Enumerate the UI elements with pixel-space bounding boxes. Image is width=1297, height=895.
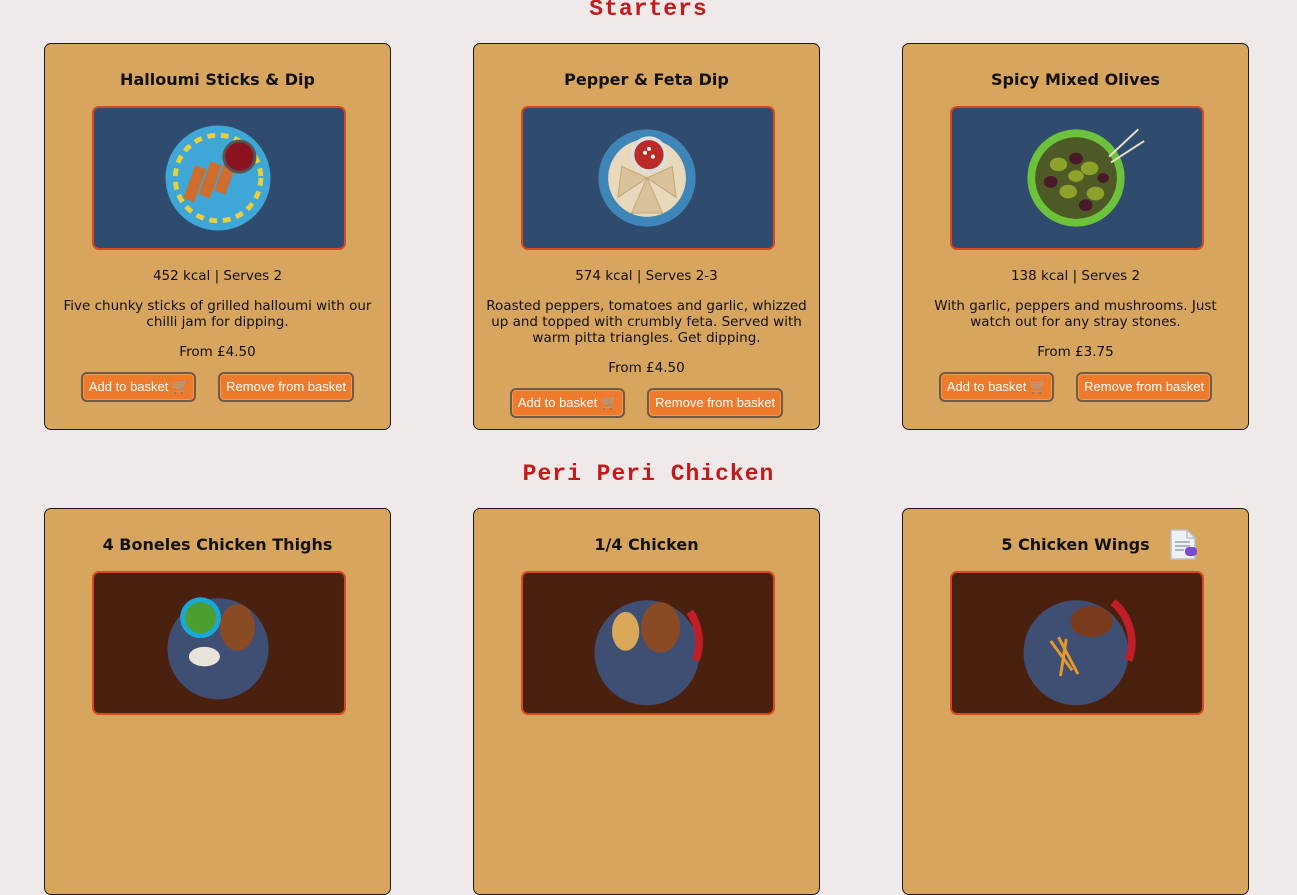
item-meta: 452 kcal | Serves 2 [152,268,283,284]
item-meta: 574 kcal | Serves 2-3 [575,268,718,284]
olives-bowl-icon [950,106,1204,250]
item-name: 1/4 Chicken [594,535,699,554]
item-name: Pepper & Feta Dip [564,70,729,89]
item-meta: 138 kcal | Serves 2 [1010,268,1141,284]
dip-plate-icon [521,106,775,250]
item-price: From £4.50 [179,344,256,360]
add-to-basket-button[interactable]: Add to basket 🛒 [509,388,626,418]
menu-card: 5 Chicken Wings [902,508,1249,895]
menu-card: Halloumi Sticks & Dip 452 kcal | Serves … [44,43,391,430]
item-name: Spicy Mixed Olives [991,70,1160,89]
item-price: From £4.50 [608,360,685,376]
remove-from-basket-button[interactable]: Remove from basket [647,388,784,418]
section-title-peri-peri-chicken: Peri Peri Chicken [522,461,775,487]
chicken-wings-plate-icon [950,571,1204,715]
item-description: Roasted peppers, tomatoes and garlic, wh… [486,298,807,346]
add-to-basket-button[interactable]: Add to basket 🛒 [80,372,197,402]
halloumi-plate-icon [92,106,346,250]
section-title-starters: Starters [589,0,708,22]
menu-card: Spicy Mixed Olives 138 kcal | Serves 2 W… [902,43,1249,430]
add-to-basket-button[interactable]: Add to basket 🛒 [938,372,1055,402]
remove-from-basket-button[interactable]: Remove from basket [218,372,355,402]
chicken-thighs-plate-icon [92,571,346,715]
remove-from-basket-button[interactable]: Remove from basket [1076,372,1213,402]
item-name: 4 Boneles Chicken Thighs [102,535,333,554]
item-name: Halloumi Sticks & Dip [120,70,315,89]
menu-card: Pepper & Feta Dip 574 kcal | Serves 2-3 … [473,43,820,430]
document-icon[interactable] [1168,528,1198,566]
item-price: From £3.75 [1037,344,1114,360]
menu-card: 1/4 Chicken [473,508,820,895]
menu-card: 4 Boneles Chicken Thighs [44,508,391,895]
item-description: With garlic, peppers and mushrooms. Just… [934,298,1217,330]
item-description: Five chunky sticks of grilled halloumi w… [63,298,372,330]
quarter-chicken-plate-icon [521,571,775,715]
